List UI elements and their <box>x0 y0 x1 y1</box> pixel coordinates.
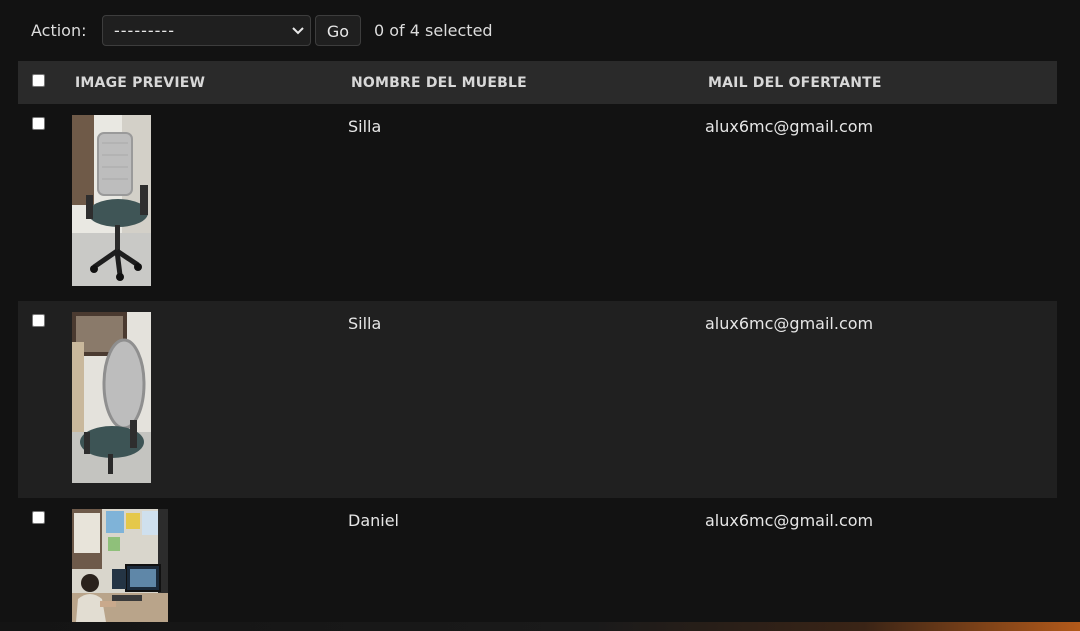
desktop-taskbar-edge <box>0 622 1080 631</box>
go-button[interactable]: Go <box>315 15 361 46</box>
column-header-mail[interactable]: MAIL DEL OFERTANTE <box>708 75 882 91</box>
mail-cell: alux6mc@gmail.com <box>705 511 874 530</box>
mail-cell: alux6mc@gmail.com <box>705 117 874 136</box>
nombre-cell: Silla <box>348 314 382 333</box>
admin-changelist-page: Action: --------- Go 0 of 4 selected IMA… <box>0 0 1080 631</box>
person-at-desk-photo[interactable] <box>72 509 168 622</box>
chevron-down-icon <box>292 27 304 35</box>
row-checkbox[interactable] <box>32 314 45 327</box>
office-chair-side-photo[interactable] <box>72 312 151 483</box>
row-checkbox[interactable] <box>32 511 45 524</box>
column-header-nombre[interactable]: NOMBRE DEL MUEBLE <box>351 75 527 91</box>
selection-counter: 0 of 4 selected <box>374 21 493 40</box>
table-row: Silla alux6mc@gmail.com <box>18 104 1057 301</box>
office-chair-photo[interactable] <box>72 115 151 286</box>
column-header-image-preview[interactable]: IMAGE PREVIEW <box>75 75 205 91</box>
mail-cell: alux6mc@gmail.com <box>705 314 874 333</box>
table-header: IMAGE PREVIEW NOMBRE DEL MUEBLE MAIL DEL… <box>18 61 1057 104</box>
table-row: Daniel alux6mc@gmail.com <box>18 498 1057 622</box>
nombre-cell: Silla <box>348 117 382 136</box>
actions-bar: Action: --------- Go 0 of 4 selected <box>0 0 1080 61</box>
row-checkbox[interactable] <box>32 117 45 130</box>
action-select-value: --------- <box>114 21 175 40</box>
select-all-checkbox[interactable] <box>32 74 45 87</box>
results-table: IMAGE PREVIEW NOMBRE DEL MUEBLE MAIL DEL… <box>18 61 1057 622</box>
action-select[interactable]: --------- <box>102 15 311 46</box>
action-label: Action: <box>31 21 87 40</box>
nombre-cell: Daniel <box>348 511 399 530</box>
table-row: Silla alux6mc@gmail.com <box>18 301 1057 498</box>
